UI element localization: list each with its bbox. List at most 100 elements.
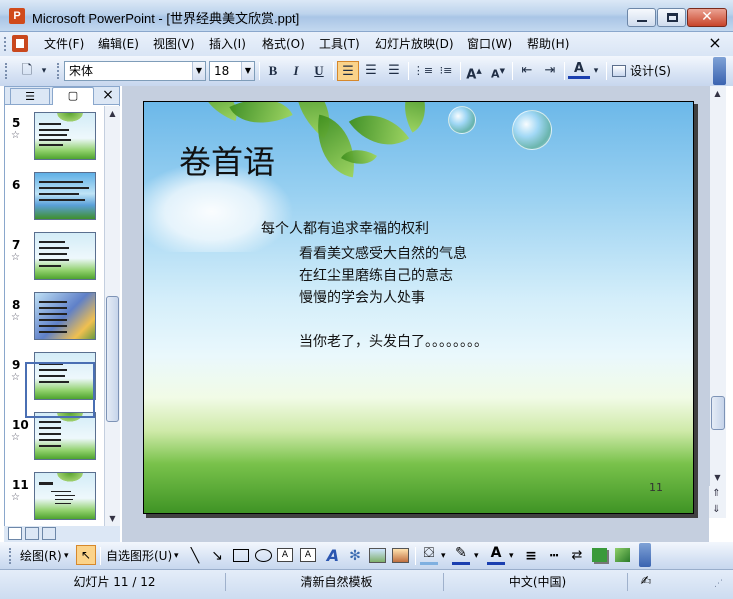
rectangle-tool-icon[interactable] [233,549,249,562]
menu-format[interactable]: 格式(O) [262,36,305,52]
align-left-icon[interactable]: ☰ [337,61,359,81]
toolbar-grip[interactable] [9,548,12,564]
scroll-up-arrow-icon[interactable]: ▲ [710,86,725,101]
line-tool-icon[interactable]: ╲ [186,547,204,565]
slide-scrollbar[interactable]: ▲ ▼ [709,86,726,518]
chevron-down-icon[interactable]: ▼ [192,62,205,80]
wordart-icon[interactable]: A [324,547,342,565]
powerpoint-app-icon[interactable]: P [9,8,25,24]
scrollbar-thumb[interactable] [106,296,119,422]
minimize-button[interactable] [627,8,656,27]
autoshapes-menu[interactable]: 自选图形(U) [106,548,172,564]
arrow-tool-icon[interactable]: ↘ [208,547,226,565]
underline-button[interactable]: U [308,61,330,81]
increase-font-icon[interactable]: A▲ [463,61,485,82]
previous-slide-icon[interactable]: ⇑ [709,486,724,501]
menu-file[interactable]: 文件(F) [44,36,84,52]
close-panel-button[interactable]: × [100,87,116,103]
diagram-icon[interactable]: ✻ [346,547,364,565]
draw-menu[interactable]: 绘图(R) [20,548,62,564]
menu-slideshow[interactable]: 幻灯片放映(D) [375,36,454,52]
arrow-style-icon[interactable]: ⇄ [568,547,586,565]
resize-grip-icon[interactable]: ⋰ [714,578,726,590]
slide-title[interactable]: 卷首语 [179,137,275,183]
slide-text-line[interactable]: 每个人都有追求幸福的权利 [261,218,429,238]
shadow-style-icon[interactable] [592,548,607,562]
new-document-icon[interactable]: 🗋 [16,61,38,81]
align-right-icon[interactable]: ☰ [383,61,405,81]
vertical-textbox-tool-icon[interactable]: A [300,548,316,562]
line-style-icon[interactable]: ≡ [522,547,540,565]
tab-outline[interactable]: ☰ [10,88,50,104]
maximize-button[interactable] [657,8,686,27]
chevron-down-icon[interactable]: ▾ [474,548,479,564]
scrollbar-thumb[interactable] [711,396,725,430]
chevron-down-icon[interactable]: ▼ [241,62,254,80]
dash-style-icon[interactable]: ┅ [545,547,563,565]
chevron-down-icon[interactable]: ▾ [441,548,446,564]
3d-style-icon[interactable] [615,548,630,562]
slideshow-view-icon[interactable] [42,527,56,540]
fill-color-icon[interactable]: ⛋ [420,545,438,565]
clipart-icon[interactable] [369,548,386,563]
chevron-down-icon[interactable]: ▾ [590,61,602,81]
toolbar-grip[interactable] [57,63,60,79]
bold-button[interactable]: B [262,61,284,81]
scroll-down-arrow-icon[interactable]: ▼ [105,511,120,526]
status-template-name[interactable]: 清新自然模板 [230,573,444,591]
menu-tools[interactable]: 工具(T) [319,36,360,52]
slide-thumbnail[interactable] [34,112,96,160]
close-document-button[interactable]: × [708,34,722,52]
slide-text-line[interactable]: 慢慢的学会为人处事 [299,287,425,307]
slide-text-line[interactable]: 在红尘里磨练自己的意志 [299,265,453,285]
slide-thumbnail[interactable] [34,412,96,460]
increase-indent-icon[interactable]: ⇥ [539,61,561,81]
font-size-combo[interactable]: 18 ▼ [209,61,255,81]
slide-text-line[interactable]: 看看美文感受大自然的气息 [299,243,467,263]
toolbar-overflow-button[interactable] [639,543,651,567]
oval-tool-icon[interactable] [255,549,272,562]
menu-edit[interactable]: 编辑(E) [98,36,139,52]
font-color-icon[interactable]: A [487,545,505,565]
normal-view-icon[interactable] [8,527,22,540]
italic-button[interactable]: I [285,61,307,81]
textbox-tool-icon[interactable]: A [277,548,293,562]
slide-thumbnail[interactable] [34,292,96,340]
font-color-icon[interactable]: A [568,61,590,79]
insert-picture-icon[interactable] [392,548,409,563]
line-color-icon[interactable]: ✎ [452,545,470,565]
align-center-icon[interactable]: ☰ [360,61,382,81]
chevron-down-icon[interactable]: ▾ [174,548,179,564]
menu-help[interactable]: 帮助(H) [527,36,569,52]
numbering-icon[interactable]: ⋮≡ [412,61,434,81]
document-icon[interactable] [12,35,28,52]
tab-slides[interactable]: ▢ [52,87,94,105]
menu-grip-handle[interactable] [4,37,7,51]
close-window-button[interactable]: ✕ [687,8,727,27]
toolbar-grip[interactable] [5,63,8,79]
slide-canvas[interactable]: 卷首语 每个人都有追求幸福的权利 看看美文感受大自然的气息 在红尘里磨练自己的意… [143,101,694,514]
menu-window[interactable]: 窗口(W) [467,36,512,52]
spelling-check-icon[interactable]: ✍ [632,573,660,591]
slide-thumbnail-selected[interactable] [34,472,96,520]
decrease-indent-icon[interactable]: ⇤ [516,61,538,81]
slide-thumbnail[interactable] [34,172,96,220]
select-pointer-icon[interactable]: ↖ [76,545,96,565]
menu-view[interactable]: 视图(V) [153,36,195,52]
toolbar-overflow-button[interactable] [713,57,726,85]
chevron-down-icon[interactable]: ▾ [509,548,514,564]
slide-sorter-view-icon[interactable] [25,527,39,540]
slide-text-line[interactable]: 当你老了，头发白了。。。。。。。。 [299,331,488,351]
toolbar-options-chevron-icon[interactable]: ▾ [37,61,51,81]
font-name-combo[interactable]: 宋体 ▼ [64,61,206,81]
scroll-up-arrow-icon[interactable]: ▲ [105,106,120,121]
thumbnail-scrollbar[interactable]: ▲ ▼ [104,106,120,526]
decrease-font-icon[interactable]: A▼ [487,61,509,81]
design-button[interactable]: 设计(S) [612,61,671,81]
chevron-down-icon[interactable]: ▾ [64,548,69,564]
scroll-down-arrow-icon[interactable]: ▼ [710,470,725,485]
slide-thumbnail[interactable] [34,232,96,280]
menu-insert[interactable]: 插入(I) [209,36,246,52]
slide-thumbnail-list[interactable]: 5 ☆ 6 7 ☆ 8 ☆ 9 ☆ 10 ☆ 11 ☆ [6,106,102,526]
next-slide-icon[interactable]: ⇓ [709,502,724,517]
